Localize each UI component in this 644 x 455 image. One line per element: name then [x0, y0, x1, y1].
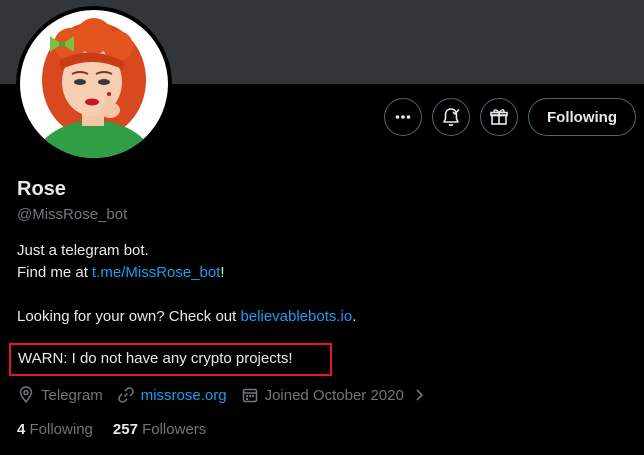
chevron-right-icon[interactable]	[412, 388, 426, 402]
bio-line-2-prefix: Find me at	[17, 264, 93, 281]
link-icon	[117, 387, 134, 403]
avatar[interactable]	[16, 6, 172, 162]
following-count: 4	[17, 421, 26, 438]
crypto-warning: WARN: I do not have any crypto projects!	[9, 343, 332, 376]
profile-stats: 4 Following 257 Followers	[17, 421, 226, 438]
telegram-link[interactable]: t.me/MissRose_bot	[92, 264, 220, 281]
website-link[interactable]: missrose.org	[141, 387, 227, 404]
location-text: Telegram	[41, 386, 103, 404]
following-stat[interactable]: 4 Following	[17, 421, 93, 438]
bio-line-3: Looking for your own? Check out believab…	[17, 306, 356, 328]
profile-meta: Telegram missrose.org Joined October 202…	[17, 384, 426, 406]
followers-label: Followers	[142, 421, 207, 438]
joined-item: Joined October 2020	[241, 386, 404, 404]
location-item: Telegram	[17, 386, 103, 404]
followers-stat[interactable]: 257 Followers	[113, 421, 206, 438]
more-icon	[395, 115, 411, 119]
calendar-icon	[242, 388, 257, 403]
bio-line-3-prefix: Looking for your own? Check out	[17, 308, 241, 325]
more-button[interactable]	[384, 98, 423, 136]
following-label: Following	[29, 421, 93, 438]
bio-line-2: Find me at t.me/MissRose_bot!	[17, 262, 356, 284]
followers-count: 257	[112, 421, 138, 438]
profile-bio: Just a telegram bot. Find me at t.me/Mis…	[17, 240, 356, 328]
gift-button[interactable]	[480, 98, 519, 136]
bio-line-2-suffix: !	[220, 264, 225, 281]
website-item[interactable]: missrose.org	[117, 386, 227, 404]
location-pin-icon	[19, 386, 33, 404]
profile-actions: Following	[384, 98, 636, 136]
notifications-button[interactable]	[432, 98, 471, 136]
avatar-image	[20, 10, 168, 158]
bio-line-3-suffix: .	[352, 308, 357, 325]
bell-check-icon	[443, 108, 460, 127]
profile-handle: @MissRose_bot	[17, 206, 128, 223]
gift-icon	[490, 109, 508, 125]
following-button[interactable]: Following	[528, 98, 636, 136]
believablebots-link[interactable]: believablebots.io	[240, 308, 352, 325]
bio-line-1: Just a telegram bot.	[17, 242, 149, 259]
joined-text: Joined October 2020	[264, 386, 404, 404]
profile-name: Rose	[17, 178, 66, 200]
